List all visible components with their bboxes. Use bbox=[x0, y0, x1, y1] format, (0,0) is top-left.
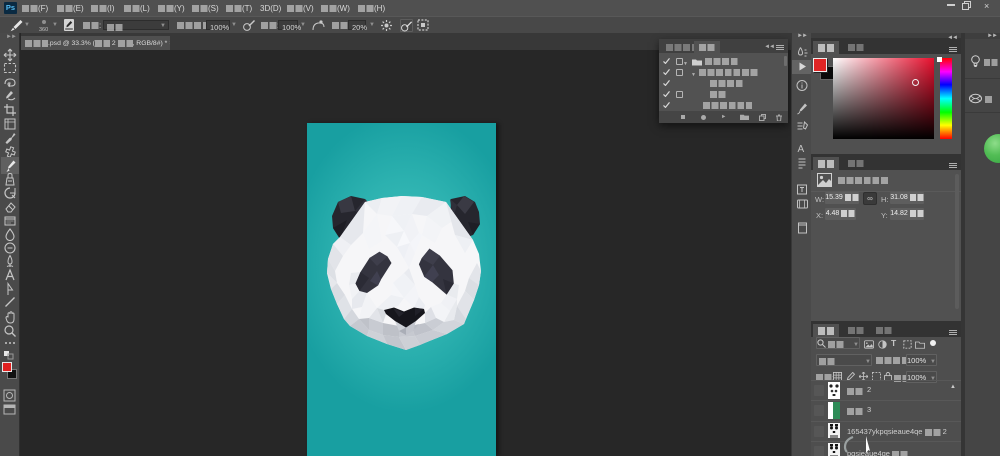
svg-text:A: A bbox=[798, 144, 805, 155]
